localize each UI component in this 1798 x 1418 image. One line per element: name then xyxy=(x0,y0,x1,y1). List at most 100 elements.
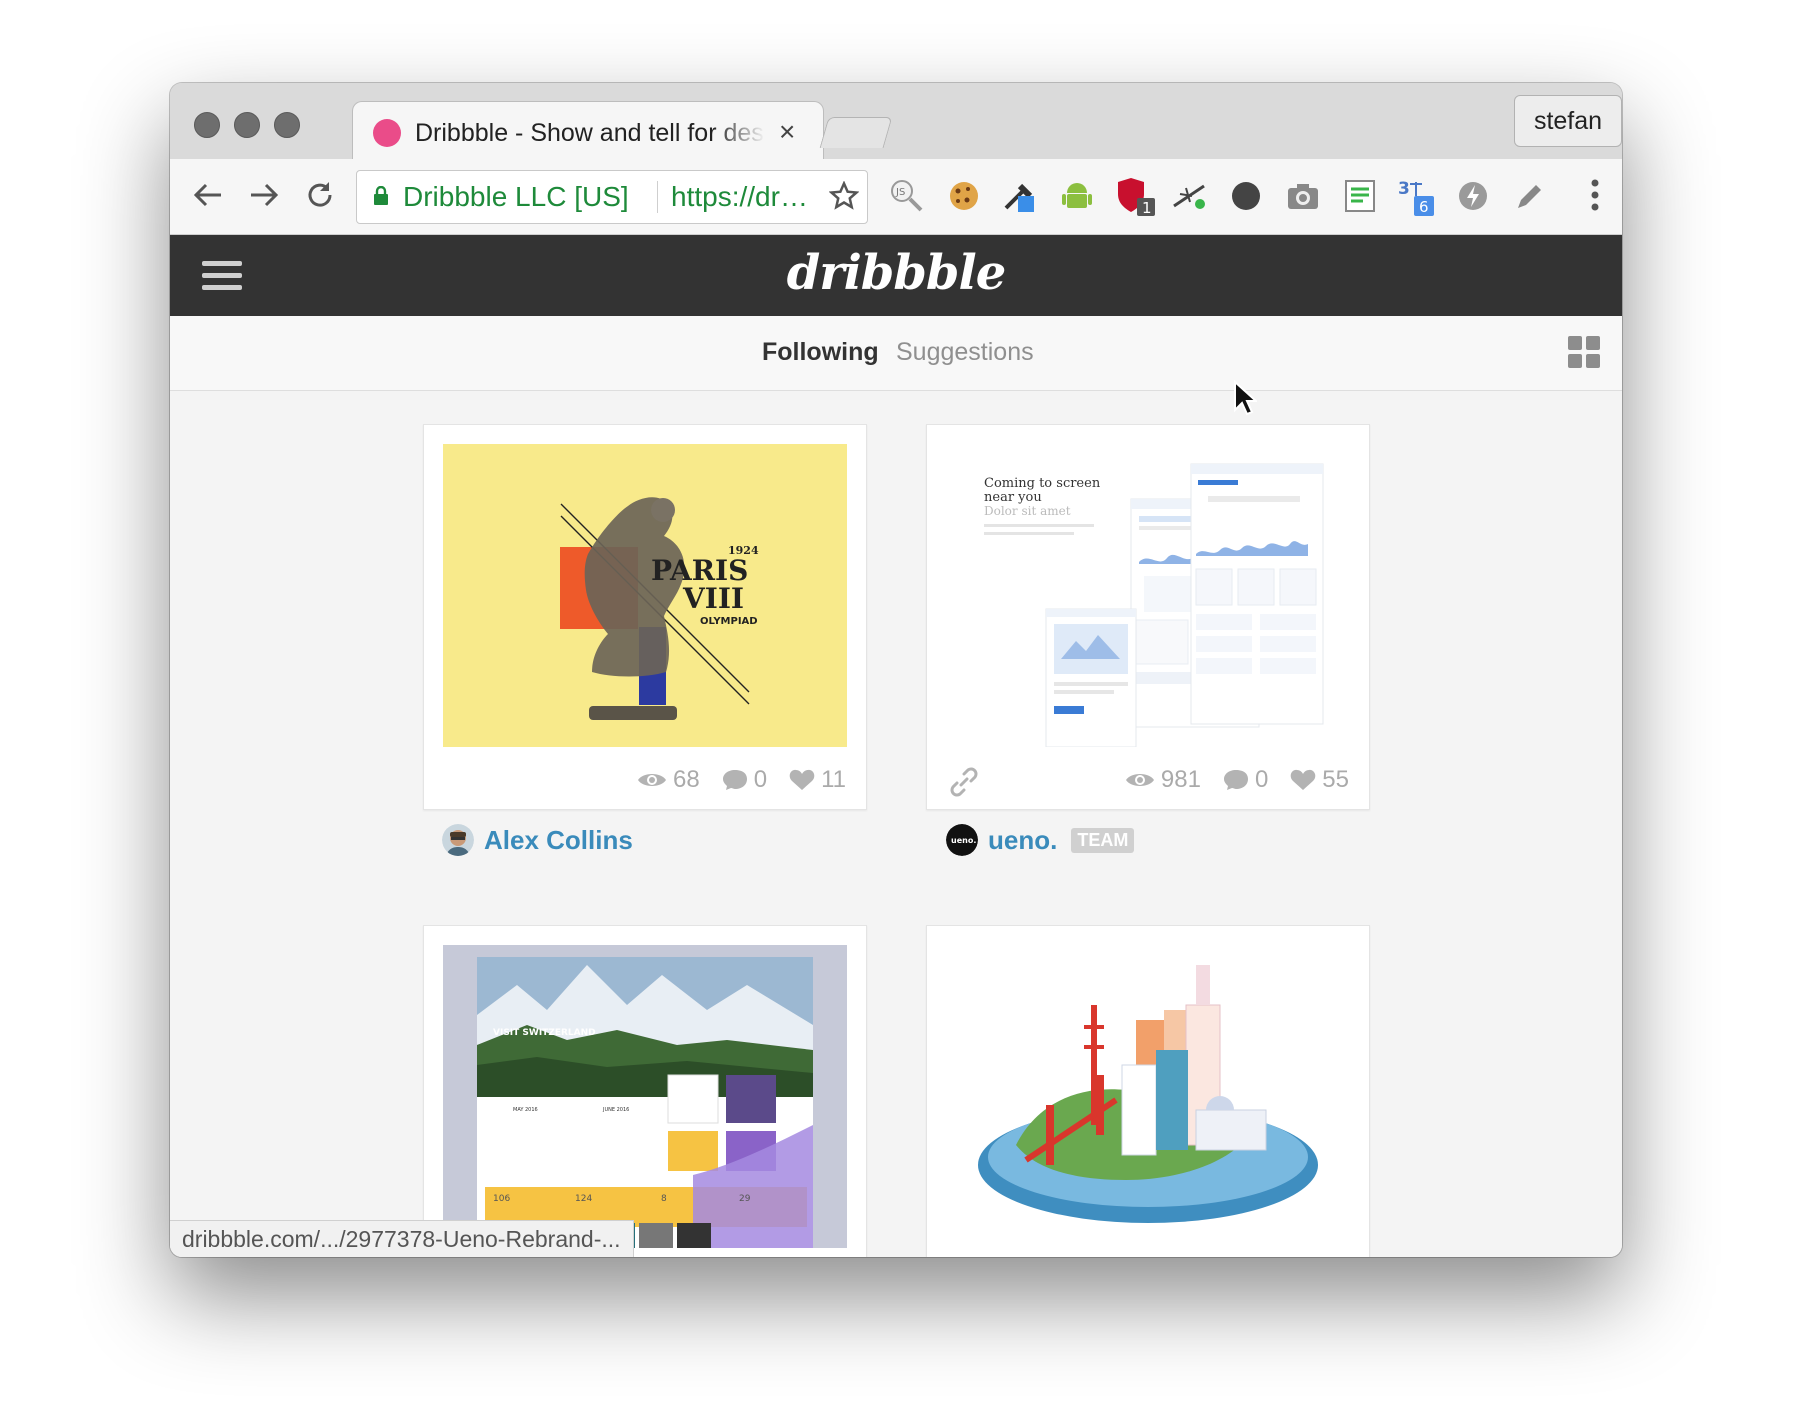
new-tab-button[interactable] xyxy=(819,117,893,148)
tab-close-button[interactable]: × xyxy=(779,114,795,150)
avatar xyxy=(442,824,474,856)
svg-text:ueno.: ueno. xyxy=(951,836,976,845)
art-month-2: JUNE 2016 xyxy=(602,1107,629,1113)
bookmark-star-icon[interactable] xyxy=(829,181,859,211)
address-bar[interactable]: Dribbble LLC [US] https://dr… xyxy=(356,170,868,224)
likes-count: 11 xyxy=(821,766,846,793)
translate-extension[interactable]: 36 xyxy=(1396,176,1436,216)
tab-suggestions[interactable]: Suggestions xyxy=(896,338,1034,367)
pencil-extension[interactable] xyxy=(1510,176,1550,216)
js-search-extension[interactable]: JS xyxy=(887,176,927,216)
shot-thumbnail[interactable]: 1924 PARIS VIII OLYMPIAD xyxy=(443,444,847,747)
forward-arrow-icon xyxy=(251,183,279,207)
eye-icon xyxy=(1125,774,1154,786)
screenshot-extension[interactable] xyxy=(1283,176,1323,216)
comments-count: 0 xyxy=(753,766,768,793)
tab-following[interactable]: Following xyxy=(762,338,879,367)
shot-image: Coming to screen near you Dolor sit amet xyxy=(984,463,1324,747)
views-count: 68 xyxy=(673,766,700,793)
ublock-icon: 1 xyxy=(1118,178,1155,216)
mouse-cursor-icon xyxy=(1234,380,1257,416)
ublock-extension[interactable]: 1 xyxy=(1115,176,1155,216)
comments-stat[interactable]: 0 xyxy=(722,766,767,794)
circle-icon xyxy=(1232,182,1260,210)
eyedropper-icon xyxy=(1004,183,1034,212)
shot-image: VISIT SWITZERLAND MAY 2016 JUNE 2016 106… xyxy=(443,945,847,1248)
shot-card[interactable]: Coming to screen near you Dolor sit amet xyxy=(926,424,1370,810)
dribbble-favicon-icon xyxy=(373,119,401,147)
views-count: 981 xyxy=(1160,766,1201,793)
art-stat-3: 8 xyxy=(661,1194,667,1204)
minimize-window-button[interactable] xyxy=(234,112,260,138)
shot-card[interactable] xyxy=(926,925,1370,1257)
art-sub: Dolor sit amet xyxy=(984,504,1071,518)
address-separator xyxy=(657,181,658,213)
close-window-button[interactable] xyxy=(194,112,220,138)
more-vert-icon xyxy=(1591,179,1599,211)
shot-stats: 68 0 11 xyxy=(637,763,846,797)
comment-icon xyxy=(1223,770,1248,790)
author-name[interactable]: Alex Collins xyxy=(484,825,633,856)
wand-extension[interactable] xyxy=(1170,176,1210,216)
site-identity-label[interactable]: Dribbble LLC [US] xyxy=(403,171,629,223)
camera-icon xyxy=(1288,184,1318,209)
feed-subnav: Following Suggestions xyxy=(170,316,1622,391)
page-viewport: dribbble Following Suggestions 1924 PARI… xyxy=(170,235,1622,1257)
site-header: dribbble xyxy=(170,235,1622,316)
browser-window: Dribbble - Show and tell for designers ×… xyxy=(170,83,1622,1257)
browser-menu-button[interactable] xyxy=(1590,177,1600,213)
author-name[interactable]: ueno. xyxy=(988,825,1057,856)
eye-icon xyxy=(638,774,667,786)
art-heading-1: Coming to screen xyxy=(984,476,1101,491)
comments-count: 0 xyxy=(1254,766,1269,793)
pencil-icon xyxy=(1518,185,1541,208)
shot-thumbnail[interactable]: Coming to screen near you Dolor sit amet xyxy=(946,444,1350,747)
link-icon[interactable] xyxy=(947,765,981,799)
js-search-icon: JS xyxy=(891,180,923,212)
profile-button[interactable]: stefan xyxy=(1514,95,1622,147)
wand-icon xyxy=(1173,184,1205,209)
status-bar: dribbble.com/.../2977378-Ueno-Rebrand-..… xyxy=(170,1220,634,1257)
likes-stat[interactable]: 55 xyxy=(1290,766,1349,794)
forward-button[interactable] xyxy=(244,175,284,215)
lightning-icon xyxy=(1459,182,1487,210)
shot-image xyxy=(978,965,1318,1223)
art-stat-4: 29 xyxy=(739,1194,751,1204)
lightning-extension[interactable] xyxy=(1453,176,1493,216)
heart-icon xyxy=(789,769,815,790)
back-button[interactable] xyxy=(188,175,228,215)
grid-view-icon[interactable] xyxy=(1568,336,1600,368)
shot-thumbnail[interactable]: VISIT SWITZERLAND MAY 2016 JUNE 2016 106… xyxy=(443,945,847,1248)
shot-thumbnail[interactable] xyxy=(946,945,1350,1248)
zoom-window-button[interactable] xyxy=(274,112,300,138)
shot-card[interactable]: 1924 PARIS VIII OLYMPIAD 68 0 11 xyxy=(423,424,867,810)
active-tab[interactable]: Dribbble - Show and tell for designers × xyxy=(352,101,824,162)
document-extension[interactable] xyxy=(1340,176,1380,216)
dribbble-logo[interactable]: dribbble xyxy=(170,245,1622,301)
mockup-screen-2 xyxy=(1045,608,1137,747)
shot-author[interactable]: Alex Collins xyxy=(442,823,633,857)
avatar: ueno. xyxy=(946,824,978,856)
shot-stats: 981 0 55 xyxy=(1125,763,1349,797)
cookie-extension[interactable] xyxy=(944,176,984,216)
shot-author[interactable]: ueno. ueno. TEAM xyxy=(946,823,1135,857)
views-stat: 68 xyxy=(637,766,700,794)
translate-badge: 6 xyxy=(1419,198,1429,216)
likes-stat[interactable]: 11 xyxy=(789,766,846,794)
shot-card[interactable]: VISIT SWITZERLAND MAY 2016 JUNE 2016 106… xyxy=(423,925,867,1257)
art-stat-2: 124 xyxy=(575,1194,592,1204)
comment-icon xyxy=(722,770,747,790)
reload-button[interactable] xyxy=(300,175,340,215)
art-heading-2: near you xyxy=(984,490,1042,505)
url-text[interactable]: https://dr… xyxy=(671,171,808,223)
ublock-badge: 1 xyxy=(1142,199,1152,216)
android-extension[interactable] xyxy=(1057,176,1097,216)
eyedropper-extension[interactable] xyxy=(1000,176,1040,216)
circle-extension[interactable] xyxy=(1226,176,1266,216)
comments-stat[interactable]: 0 xyxy=(1223,766,1268,794)
team-badge: TEAM xyxy=(1071,827,1135,853)
android-icon xyxy=(1062,183,1092,208)
svg-text:3: 3 xyxy=(1398,179,1410,199)
heart-icon xyxy=(1290,769,1316,790)
reload-icon xyxy=(308,182,332,207)
